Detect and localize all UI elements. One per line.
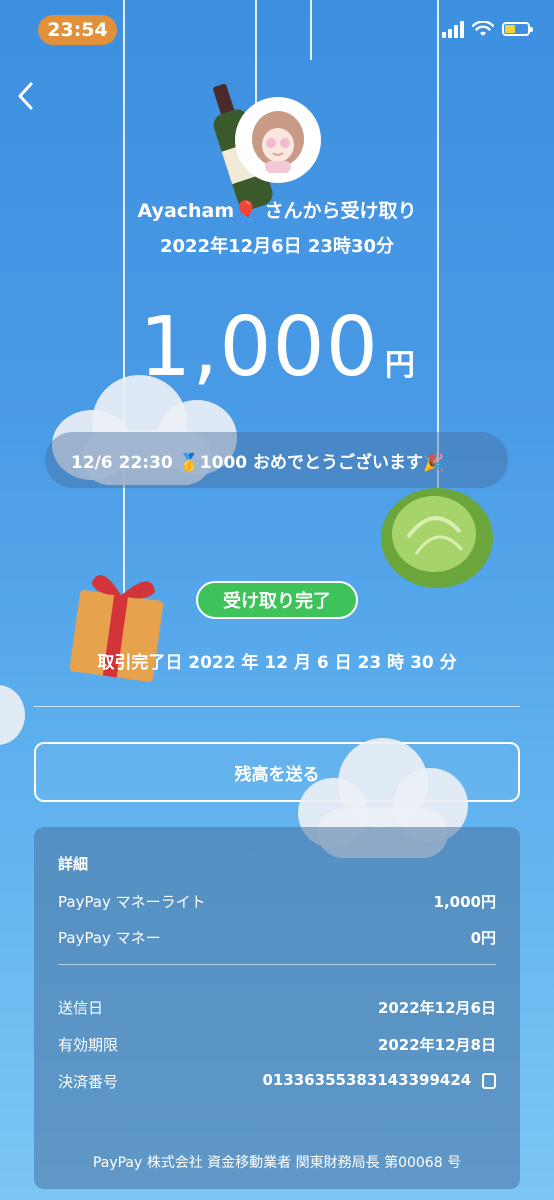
detail-label: PayPay マネーライト bbox=[58, 893, 206, 911]
cloud-decoration bbox=[0, 685, 30, 755]
battery-icon bbox=[502, 22, 533, 36]
info-value: 2022年12月6日 bbox=[377, 999, 496, 1017]
message-pill: 12/6 22:30 🥇1000 おめでとうございます🎉 bbox=[45, 432, 508, 488]
back-button[interactable] bbox=[10, 78, 40, 114]
completed-date: 取引完了日 2022 年 12 月 6 日 23 時 30 分 bbox=[97, 653, 457, 673]
info-row: 決済番号 01336355383143399424 bbox=[58, 1071, 496, 1092]
info-row: 有効期限 2022年12月8日 bbox=[58, 1034, 496, 1055]
payment-number: 01336355383143399424 bbox=[262, 1071, 472, 1089]
detail-value: 1,000円 bbox=[433, 893, 496, 911]
detail-label: PayPay マネー bbox=[58, 929, 161, 947]
amount-currency: 円 bbox=[384, 348, 415, 383]
company-footer: PayPay 株式会社 資金移動業者 関東財務局長 第00068 号 bbox=[92, 1155, 462, 1171]
sender-avatar[interactable] bbox=[235, 97, 321, 183]
sender-text: Ayacham🎈 さんから受け取り bbox=[137, 200, 417, 222]
wifi-icon bbox=[472, 21, 494, 36]
divider bbox=[34, 706, 520, 707]
info-label: 送信日 bbox=[58, 999, 104, 1017]
status-time: 23:54 bbox=[38, 15, 117, 45]
back-chevron-icon bbox=[18, 82, 33, 110]
info-label: 決済番号 bbox=[58, 1073, 119, 1091]
details-card: 詳細 PayPay マネーライト 1,000円 PayPay マネー 0円 送信… bbox=[34, 827, 520, 1189]
info-value: 2022年12月8日 bbox=[377, 1036, 496, 1054]
status-badge: 受け取り完了 bbox=[196, 581, 358, 619]
detail-row: PayPay マネーライト 1,000円 bbox=[58, 891, 496, 912]
info-label: 有効期限 bbox=[58, 1036, 119, 1054]
detail-row: PayPay マネー 0円 bbox=[58, 927, 496, 948]
copy-icon[interactable] bbox=[482, 1072, 496, 1089]
details-divider bbox=[58, 964, 496, 965]
transaction-datetime: 2022年12月6日 23時30分 bbox=[159, 236, 395, 257]
info-row: 送信日 2022年12月6日 bbox=[58, 997, 496, 1018]
avatar-illustration bbox=[252, 111, 304, 173]
signal-icon bbox=[442, 20, 464, 38]
detail-value: 0円 bbox=[470, 929, 496, 947]
details-title: 詳細 bbox=[58, 855, 89, 873]
cabbage-decoration bbox=[381, 488, 493, 588]
status-icons bbox=[442, 20, 533, 38]
decor-string bbox=[310, 0, 312, 60]
